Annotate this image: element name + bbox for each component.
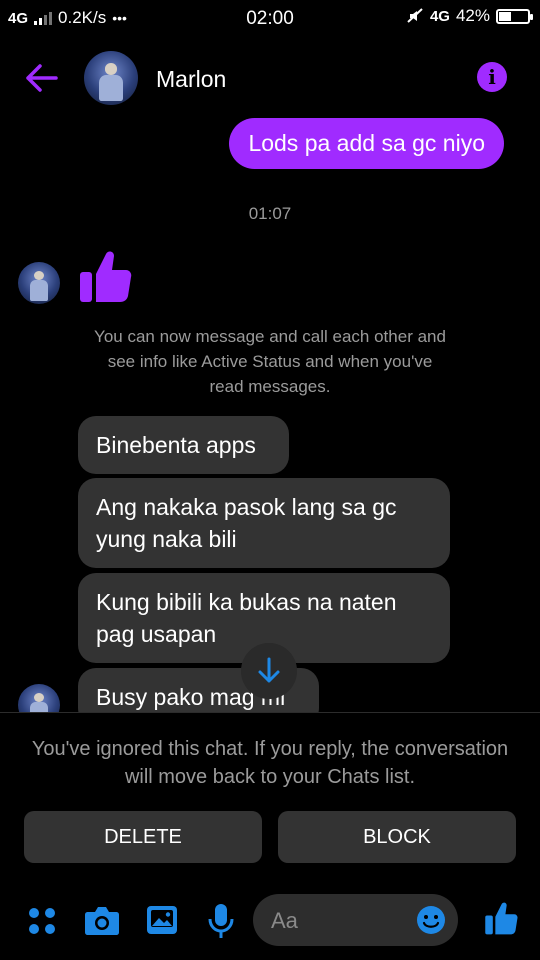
- chat-header: Marlon i: [0, 40, 540, 116]
- camera-icon[interactable]: [84, 904, 120, 936]
- status-bar: 4G 0.2K/s ••• 02:00 4G 42%: [0, 0, 540, 36]
- divider: [0, 712, 540, 713]
- contact-avatar[interactable]: [84, 51, 138, 105]
- network-type-right: 4G: [429, 7, 450, 25]
- menu-dots-icon[interactable]: [27, 906, 57, 936]
- message-input[interactable]: [269, 894, 413, 948]
- back-arrow-icon[interactable]: [24, 62, 60, 94]
- status-right: 4G 42%: [406, 6, 533, 26]
- connection-notice: You can now message and call each other …: [94, 327, 446, 396]
- sender-avatar[interactable]: [18, 262, 60, 304]
- arrow-down-icon[interactable]: [241, 643, 297, 699]
- timestamp: 01:07: [248, 204, 292, 223]
- contact-name[interactable]: Marlon: [156, 66, 226, 93]
- image-icon[interactable]: [146, 905, 178, 935]
- microphone-icon[interactable]: [208, 903, 234, 939]
- battery-icon: [496, 8, 533, 24]
- battery-percent: 42%: [455, 6, 490, 25]
- incoming-message[interactable]: Binebenta apps: [78, 416, 289, 474]
- thumbs-up-icon[interactable]: [78, 248, 132, 304]
- info-icon[interactable]: i: [477, 62, 507, 92]
- composer-bar: [0, 890, 540, 954]
- block-button[interactable]: BLOCK: [278, 811, 516, 863]
- message-input-pill[interactable]: [253, 894, 458, 948]
- ignored-chat-notice: You've ignored this chat. If you reply, …: [31, 738, 509, 788]
- emoji-icon[interactable]: [416, 905, 446, 935]
- outgoing-message[interactable]: Lods pa add sa gc niyo: [229, 118, 504, 169]
- sender-avatar[interactable]: [18, 684, 60, 712]
- delete-button[interactable]: DELETE: [24, 811, 262, 863]
- thumbs-up-icon[interactable]: [484, 900, 518, 936]
- incoming-message[interactable]: Ang nakaka pasok lang sa gc yung naka bi…: [78, 478, 450, 568]
- mute-icon: [407, 8, 423, 23]
- message-list[interactable]: Lods pa add sa gc niyo 01:07 You can now…: [0, 116, 540, 712]
